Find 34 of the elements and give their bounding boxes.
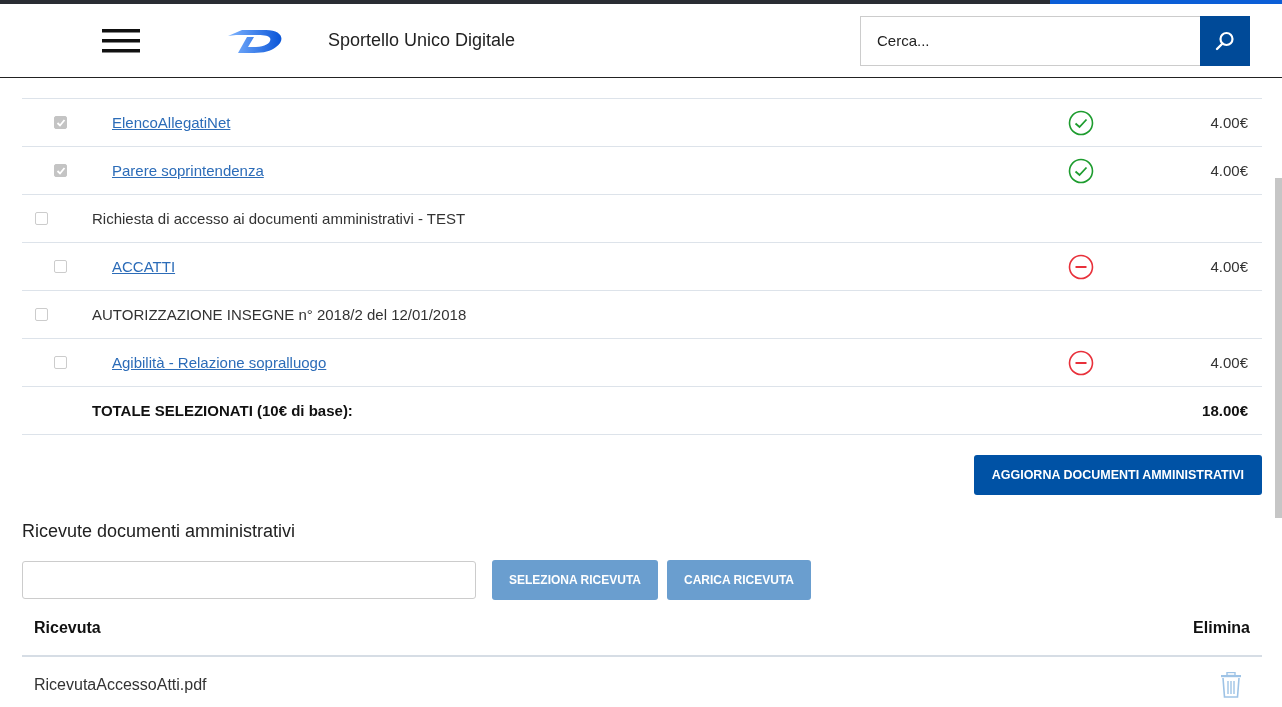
price-text: 4.00€ — [1209, 162, 1248, 179]
receipt-button[interactable]: CARICA RICEVUTA — [667, 560, 811, 600]
checkbox[interactable] — [54, 260, 67, 273]
document-link[interactable]: Agibilità - Relazione sopralluogo — [112, 354, 327, 371]
column-header: Ricevuta — [34, 618, 101, 637]
scrollbar[interactable] — [1275, 178, 1282, 518]
checkbox[interactable] — [35, 308, 48, 321]
document-link[interactable]: ElencoAllegatiNet — [112, 114, 231, 131]
document-link[interactable]: Parere soprintendenza — [112, 162, 264, 179]
checkbox[interactable] — [54, 356, 67, 369]
update-documents-button[interactable]: AGGIORNA DOCUMENTI AMMINISTRATIVI — [973, 455, 1262, 495]
request-title: Richiesta di accesso ai documenti amministrativi - TEST — [92, 210, 466, 227]
document-link[interactable]: ACCATTI — [112, 258, 176, 275]
search-button[interactable] — [1200, 15, 1250, 66]
request-title: AUTORIZZAZIONE INSEGNE n° 2018/2 del 12/01/2018 — [92, 306, 467, 323]
table-cell: RicevutaAccessoAtti.pdf — [34, 676, 207, 694]
site-title: Sportello Unico Digitale — [328, 30, 516, 51]
column-header: Elimina — [1193, 618, 1250, 637]
total-label: TOTALE SELEZIONATI (10€ di base): — [92, 402, 353, 419]
section-heading: Ricevute documenti amministrativi — [22, 521, 297, 542]
checkbox[interactable] — [54, 116, 67, 129]
price-text: 4.00€ — [1209, 114, 1248, 131]
checkbox[interactable] — [54, 164, 67, 177]
price-text: 4.00€ — [1209, 258, 1248, 275]
checkbox[interactable] — [35, 212, 48, 225]
logo-icon — [226, 27, 284, 54]
trash-icon[interactable] — [1220, 672, 1242, 698]
search-field[interactable]: Cerca... — [860, 15, 1200, 66]
file-name-field[interactable] — [22, 561, 476, 599]
menu-icon[interactable] — [102, 28, 140, 53]
search-icon — [1215, 30, 1235, 51]
receipt-button[interactable]: SELEZIONA RICEVUTA — [492, 560, 658, 600]
price-text: 4.00€ — [1209, 354, 1248, 371]
total-value: 18.00€ — [1202, 402, 1248, 419]
